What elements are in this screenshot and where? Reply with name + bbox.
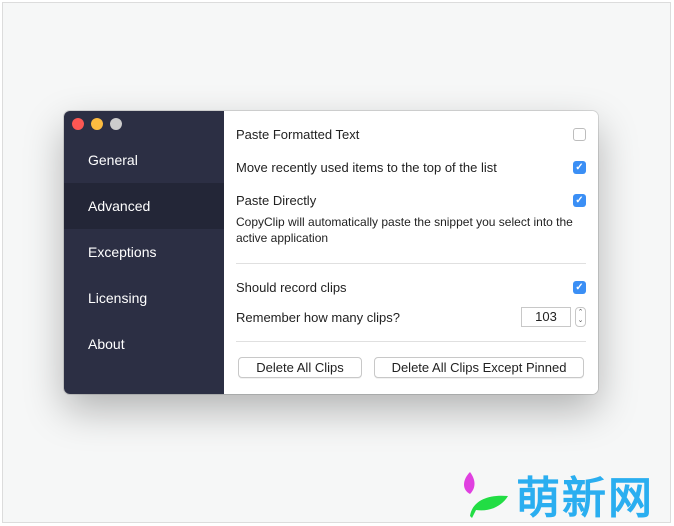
advanced-settings-panel: Paste Formatted Text Move recently used … — [224, 111, 598, 394]
check-icon: ✓ — [575, 281, 584, 293]
delete-except-pinned-button[interactable]: Delete All Clips Except Pinned — [374, 357, 584, 378]
paste-directly-row: Paste Directly ✓ — [236, 190, 586, 210]
sidebar-item-licensing[interactable]: Licensing — [64, 275, 224, 321]
sidebar-item-general[interactable]: General — [64, 137, 224, 183]
paste-directly-label: Paste Directly — [236, 192, 317, 208]
zoom-button[interactable] — [110, 118, 122, 130]
paste-formatted-checkbox[interactable] — [573, 127, 586, 141]
record-clips-label: Should record clips — [236, 279, 347, 295]
paste-formatted-label: Paste Formatted Text — [236, 126, 360, 142]
divider — [236, 341, 586, 342]
move-recent-checkbox[interactable]: ✓ — [573, 160, 586, 174]
chevron-up-icon[interactable]: ⌃ — [578, 309, 584, 317]
close-button[interactable] — [72, 118, 84, 130]
sidebar-item-advanced[interactable]: Advanced — [64, 183, 224, 229]
clip-count-control: 103 ⌃ ⌄ — [521, 307, 586, 327]
chevron-down-icon[interactable]: ⌄ — [578, 317, 584, 325]
move-recent-label: Move recently used items to the top of t… — [236, 159, 497, 175]
paste-directly-description: CopyClip will automatically paste the sn… — [236, 215, 573, 245]
sidebar-item-exceptions[interactable]: Exceptions — [64, 229, 224, 275]
record-clips-row: Should record clips ✓ — [236, 277, 586, 297]
preferences-window: General Advanced Exceptions Licensing Ab… — [64, 111, 598, 394]
move-recent-row: Move recently used items to the top of t… — [236, 157, 586, 177]
leaf-icon — [464, 472, 508, 518]
sidebar: General Advanced Exceptions Licensing Ab… — [64, 111, 224, 394]
divider — [236, 263, 586, 264]
remember-count-row: Remember how many clips? 103 ⌃ ⌄ — [236, 307, 586, 327]
sidebar-nav: General Advanced Exceptions Licensing Ab… — [64, 137, 224, 367]
check-icon: ✓ — [575, 161, 584, 173]
watermark-logo: 萌新网 — [456, 462, 654, 526]
clip-count-stepper[interactable]: ⌃ ⌄ — [575, 307, 586, 327]
remember-count-label: Remember how many clips? — [236, 309, 401, 325]
sidebar-item-about[interactable]: About — [64, 321, 224, 367]
clip-count-input[interactable]: 103 — [521, 307, 571, 327]
minimize-button[interactable] — [91, 118, 103, 130]
paste-directly-checkbox[interactable]: ✓ — [573, 193, 586, 207]
record-clips-checkbox[interactable]: ✓ — [573, 280, 586, 294]
check-icon: ✓ — [575, 194, 584, 206]
window-controls — [72, 118, 122, 130]
watermark-text: 萌新网 — [516, 473, 654, 524]
paste-formatted-row: Paste Formatted Text — [236, 124, 586, 144]
delete-all-clips-button[interactable]: Delete All Clips — [238, 357, 362, 378]
